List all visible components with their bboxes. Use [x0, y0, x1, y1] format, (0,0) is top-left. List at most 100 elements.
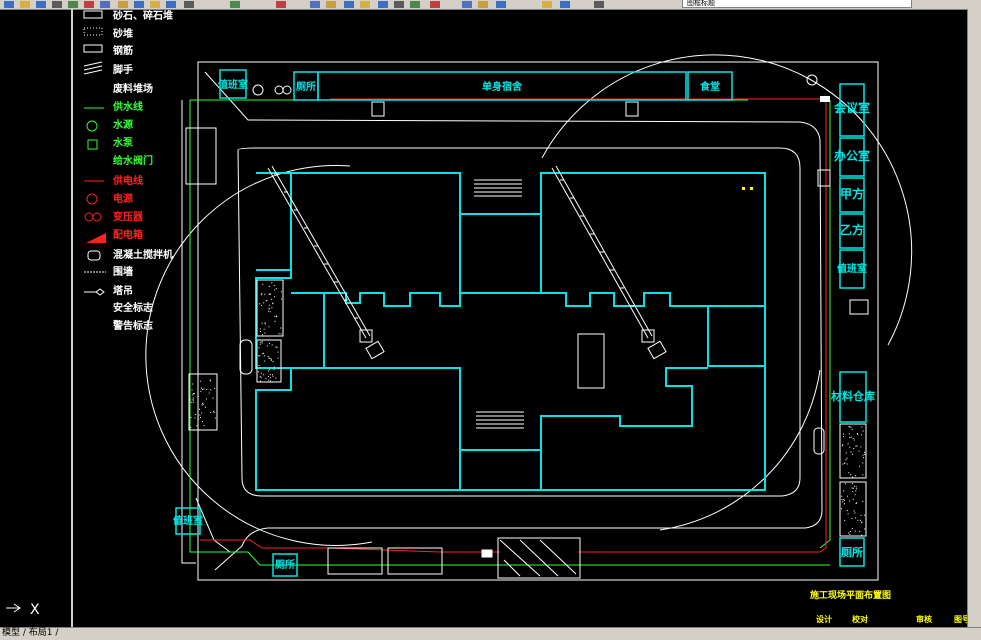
- sand-symbol: [83, 27, 103, 36]
- dormitory-label: 单身宿舍: [482, 80, 523, 93]
- transformer-icon-a: [84, 212, 94, 222]
- tower-crane-right: [551, 165, 667, 360]
- layer-state-icon[interactable]: [478, 1, 488, 8]
- cut-icon[interactable]: [84, 1, 94, 8]
- party-b-label: 乙方: [840, 222, 864, 237]
- legend-item-label: 砂石、碎石堆: [112, 9, 173, 22]
- title-block-cell: 校对: [852, 614, 868, 624]
- room-labels: 值班室 厕所 单身宿舍 食堂会议室办公室甲方乙方值班室材料仓库厕所值班室厕所: [173, 78, 875, 571]
- transformer-icon-b: [92, 212, 102, 222]
- legend-item-label: 安全标志: [113, 301, 153, 314]
- preview-icon[interactable]: [68, 1, 78, 8]
- match-icon[interactable]: [134, 1, 144, 8]
- calculator-icon[interactable]: [410, 1, 420, 8]
- legend-item-label: 水泵: [112, 136, 134, 149]
- sheet-set-icon[interactable]: [378, 1, 388, 8]
- material-storage-label: 材料仓库: [831, 389, 875, 403]
- properties-icon[interactable]: [326, 1, 336, 8]
- stair-marks: [474, 179, 524, 429]
- guard-room-top-label: 值班室: [218, 78, 248, 91]
- print-icon[interactable]: [52, 1, 62, 8]
- legend-item-label: 供电线: [112, 174, 143, 187]
- title-block-cell: 设计: [816, 614, 832, 624]
- legend-item-label: 电源: [113, 192, 133, 205]
- tower-crane-icon: [84, 288, 105, 296]
- office-label: 办公室: [834, 148, 870, 163]
- title-block-cell: 图号: [954, 615, 967, 624]
- open-icon[interactable]: [20, 1, 30, 8]
- legend-item-label: 钢筋: [113, 44, 133, 57]
- gravel-symbol: [83, 10, 103, 19]
- markup-icon[interactable]: [394, 1, 404, 8]
- distribution-box-icon: [86, 233, 106, 243]
- design-center-icon[interactable]: [344, 1, 354, 8]
- legend-item-label: 砂堆: [112, 27, 133, 40]
- legend-item-label: 供水线: [112, 100, 143, 113]
- guard-room-bottom-label: 值班室: [173, 514, 203, 527]
- legend-item-label: 围墙: [113, 265, 133, 278]
- site-wall: [181, 61, 879, 581]
- legend-item-label: 废料堆场: [113, 82, 153, 95]
- water-supply-line: [189, 99, 831, 566]
- scaffold-symbol: [83, 61, 103, 75]
- layout-tabs[interactable]: 模型 / 布局1 /: [2, 627, 58, 639]
- legend-item-label: 变压器: [113, 210, 144, 223]
- title-block: 施工现场平面布置图 设计 校对 审核 图号: [810, 589, 967, 624]
- title-block-title: 施工现场平面布置图: [810, 589, 891, 601]
- status-bar: [0, 627, 981, 640]
- tower-crane-left: [267, 165, 385, 360]
- party-a-label: 甲方: [840, 186, 864, 201]
- guard-room-right-label: 值班室: [837, 262, 867, 275]
- meeting-room-label: 会议室: [834, 100, 870, 115]
- toilet-bottom-label: 厕所: [275, 558, 295, 571]
- ucs-icon: X: [6, 602, 40, 618]
- fire-hydrant-box: [625, 101, 639, 117]
- vertical-scrollbar[interactable]: [967, 9, 981, 627]
- canteen-label: 食堂: [699, 80, 720, 93]
- new-icon[interactable]: [4, 1, 14, 8]
- help-icon[interactable]: [430, 1, 440, 8]
- legend-item-label: 塔吊: [113, 284, 133, 297]
- legend-item-label: 混凝土搅拌机: [113, 248, 173, 261]
- toilet-top-label: 厕所: [296, 80, 316, 93]
- legend-item-label: 警告标志: [112, 319, 153, 332]
- power-supply-line: [200, 98, 827, 553]
- layer-dropdown[interactable]: 图框标题: [682, 0, 912, 8]
- tool-palette-icon[interactable]: [360, 1, 370, 8]
- crane-swing-radius: [145, 54, 913, 546]
- color-icon[interactable]: [594, 1, 604, 8]
- elevator-shaft: [577, 333, 605, 389]
- transformer-top: [252, 84, 292, 96]
- zoom-window-icon[interactable]: [276, 1, 286, 8]
- sun-icon[interactable]: [542, 1, 552, 8]
- legend-item-label: 配电箱: [113, 228, 143, 241]
- main-building: [255, 172, 766, 491]
- save-icon[interactable]: [36, 1, 46, 8]
- water-pump-icon: [87, 139, 98, 150]
- water-source-icon: [86, 120, 98, 132]
- toilet-right-label: 厕所: [841, 545, 863, 559]
- title-block-cell: 审核: [916, 614, 932, 624]
- bulb-icon[interactable]: [496, 1, 506, 8]
- paste-icon[interactable]: [118, 1, 128, 8]
- zoom-previous-icon[interactable]: [310, 1, 320, 8]
- power-source-icon: [86, 193, 98, 205]
- legend-item-label: 脚手: [113, 63, 133, 76]
- redo-icon[interactable]: [166, 1, 176, 8]
- pan-icon[interactable]: [184, 1, 194, 8]
- ucs-x-label: X: [30, 602, 40, 618]
- drawing-canvas[interactable]: 砂石、碎石堆砂堆钢筋脚手废料堆场供水线水源水泵给水阀门供电线电源变压器配电箱混凝…: [73, 9, 967, 627]
- lock-icon[interactable]: [560, 1, 570, 8]
- undo-icon[interactable]: [150, 1, 160, 8]
- bottom-sheds: [327, 537, 581, 579]
- point-marker: [742, 187, 745, 190]
- copy-icon[interactable]: [100, 1, 110, 8]
- distribution-box-top-right: [820, 96, 830, 102]
- zoom-realtime-icon[interactable]: [230, 1, 240, 8]
- legend-item-label: 水源: [112, 118, 133, 131]
- fire-hydrant-box: [371, 101, 385, 117]
- point-marker: [750, 187, 753, 190]
- legend-item-label: 给水阀门: [113, 154, 153, 167]
- layer-manager-icon[interactable]: [462, 1, 472, 8]
- mixer-icon: [87, 250, 101, 261]
